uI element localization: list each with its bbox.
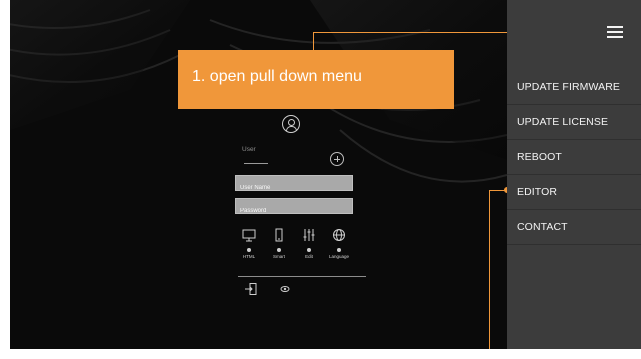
username-field[interactable] [235, 175, 353, 195]
monitor-icon[interactable] [242, 228, 256, 242]
mode-dot-html [247, 248, 251, 252]
pull-down-menu: UPDATE FIRMWARE UPDATE LICENSE REBOOT ED… [507, 70, 641, 245]
editor-connector-vertical [489, 190, 490, 349]
user-avatar-icon [282, 115, 300, 133]
side-menu-panel: UPDATE FIRMWARE UPDATE LICENSE REBOOT ED… [507, 0, 641, 349]
user-tab-underline [244, 163, 268, 164]
user-tab-label[interactable]: User [242, 146, 256, 153]
login-icon[interactable] [244, 282, 258, 296]
mode-label-language[interactable]: Language [324, 254, 354, 259]
password-field[interactable] [235, 198, 353, 218]
add-user-icon[interactable] [330, 152, 344, 166]
callout-connector-vertical [313, 32, 314, 50]
password-input[interactable] [236, 204, 352, 218]
menu-item-update-firmware[interactable]: UPDATE FIRMWARE [507, 70, 641, 105]
mode-dot-language [337, 248, 341, 252]
app-frame: 1. open pull down menu User User Name Pa… [10, 0, 641, 349]
login-actions [244, 282, 354, 302]
instruction-callout: 1. open pull down menu [178, 50, 454, 109]
menu-item-contact[interactable]: CONTACT [507, 210, 641, 245]
menu-item-editor[interactable]: EDITOR [507, 175, 641, 210]
mode-dot-edit [307, 248, 311, 252]
menu-item-reboot[interactable]: REBOOT [507, 140, 641, 175]
callout-text: 1. open pull down menu [192, 68, 362, 85]
globe-icon[interactable] [332, 228, 346, 242]
username-input[interactable] [236, 181, 352, 195]
smartphone-icon[interactable] [272, 228, 286, 242]
mode-label-smart[interactable]: Smart [264, 254, 294, 259]
eye-icon[interactable] [280, 285, 290, 293]
hamburger-menu-icon[interactable] [607, 26, 623, 38]
mode-dot-smart [277, 248, 281, 252]
mode-selector: HTML Smart Edit Language [242, 228, 352, 259]
sliders-icon[interactable] [302, 228, 316, 242]
mode-label-edit[interactable]: Edit [294, 254, 324, 259]
menu-item-update-license[interactable]: UPDATE LICENSE [507, 105, 641, 140]
login-panel: User User Name Password HTML Smart Edit … [232, 110, 366, 310]
mode-label-html[interactable]: HTML [234, 254, 264, 259]
login-divider [238, 276, 366, 277]
